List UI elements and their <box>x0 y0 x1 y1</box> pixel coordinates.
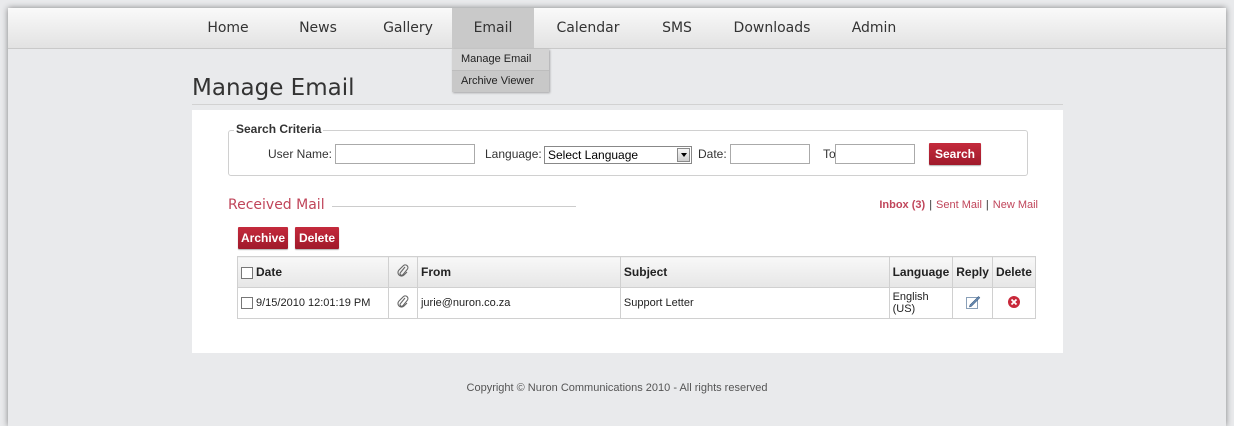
menu-item-manage-email[interactable]: Manage Email <box>452 49 549 70</box>
language-select[interactable]: Select Language <box>544 146 692 164</box>
footer-copyright: Copyright © Nuron Communications 2010 - … <box>466 382 768 394</box>
nav-gallery[interactable]: Gallery <box>372 8 444 48</box>
date-column-header[interactable]: Date <box>236 256 390 288</box>
subject-cell[interactable]: Support Letter <box>619 287 890 319</box>
section-divider <box>332 206 576 207</box>
date-to-input[interactable] <box>835 144 915 164</box>
inbox-link[interactable]: Inbox (3) <box>879 199 925 211</box>
attachment-column-header <box>388 256 418 288</box>
language-cell: English (US) <box>888 287 954 319</box>
paperclip-icon <box>397 263 409 277</box>
date-label: Date: <box>698 147 727 161</box>
to-label: To <box>823 147 836 161</box>
language-select-value: Select Language <box>548 148 639 162</box>
nav-news[interactable]: News <box>288 8 348 48</box>
language-column-header: Language <box>888 256 954 288</box>
date-from-input[interactable] <box>730 144 810 164</box>
table-header-row: Date From Subject Language Reply Delete <box>236 256 1037 288</box>
content-panel: Search Criteria User Name: Language: Sel… <box>192 110 1063 353</box>
mail-folder-links: Inbox (3) | Sent Mail | New Mail <box>879 199 1038 211</box>
attachment-cell <box>388 287 418 319</box>
nav-email[interactable]: Email <box>452 8 534 48</box>
from-column-header: From <box>416 256 621 288</box>
paperclip-icon[interactable] <box>397 294 409 309</box>
reply-cell <box>952 287 993 319</box>
nav-sms[interactable]: SMS <box>652 8 702 48</box>
row-date: 9/15/2010 12:01:19 PM <box>256 296 371 309</box>
delete-button[interactable]: Delete <box>295 227 339 249</box>
archive-button[interactable]: Archive <box>238 227 288 249</box>
search-button[interactable]: Search <box>929 143 981 165</box>
user-name-label: User Name: <box>268 147 333 161</box>
nav-admin[interactable]: Admin <box>844 8 904 48</box>
title-divider <box>192 104 1063 105</box>
main-nav: Home News Gallery Email Calendar SMS Dow… <box>8 8 1226 49</box>
nav-downloads[interactable]: Downloads <box>726 8 818 48</box>
row-checkbox[interactable] <box>241 297 253 310</box>
search-criteria-legend: Search Criteria <box>234 122 324 136</box>
new-mail-link[interactable]: New Mail <box>993 199 1038 211</box>
menu-item-archive-viewer[interactable]: Archive Viewer <box>452 70 549 92</box>
select-all-checkbox[interactable] <box>241 266 253 279</box>
user-name-input[interactable] <box>335 144 475 164</box>
reply-edit-icon[interactable] <box>965 294 981 310</box>
search-criteria-box: Search Criteria User Name: Language: Sel… <box>228 122 1028 176</box>
nav-home[interactable]: Home <box>202 8 254 48</box>
subject-column-header: Subject <box>619 256 890 288</box>
date-header-label: Date <box>256 265 283 279</box>
dropdown-arrow-icon[interactable] <box>677 148 690 162</box>
date-cell: 9/15/2010 12:01:19 PM <box>236 287 390 319</box>
browser-window: Home News Gallery Email Calendar SMS Dow… <box>8 8 1226 426</box>
email-dropdown-menu: Manage Email Archive Viewer <box>452 49 549 92</box>
from-cell: jurie@nuron.co.za <box>416 287 621 319</box>
delete-x-icon[interactable] <box>1007 295 1021 309</box>
language-label: Language: <box>485 147 542 161</box>
page-title: Manage Email <box>192 75 355 101</box>
reply-column-header: Reply <box>952 256 993 288</box>
delete-column-header: Delete <box>991 256 1037 288</box>
received-mail-title: Received Mail <box>228 197 325 213</box>
mail-table: Date From Subject Language Reply Delete … <box>236 256 1037 319</box>
table-row[interactable]: 9/15/2010 12:01:19 PM jurie@nuron.co.za … <box>236 287 1037 319</box>
sent-mail-link[interactable]: Sent Mail <box>936 199 982 211</box>
nav-calendar[interactable]: Calendar <box>546 8 630 48</box>
delete-cell <box>991 287 1037 319</box>
